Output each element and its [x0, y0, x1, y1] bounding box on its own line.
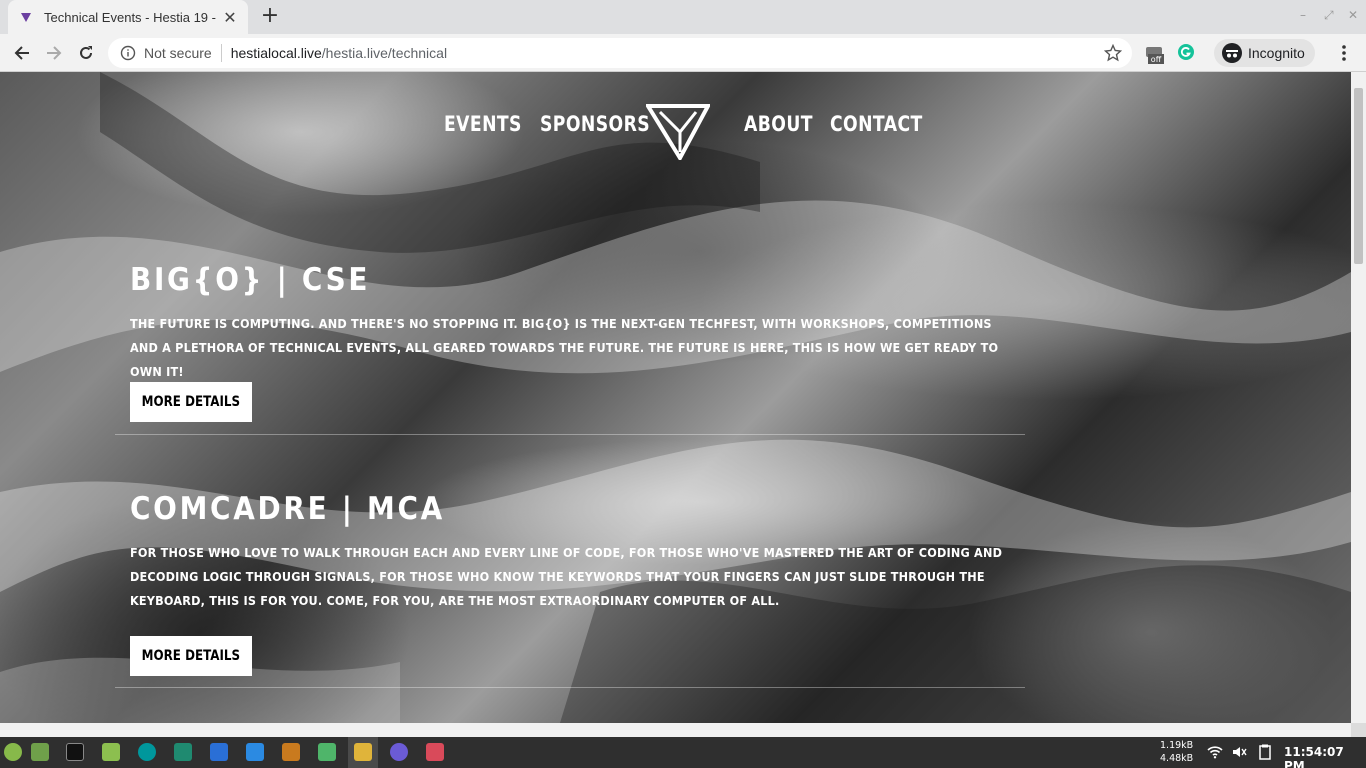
- event-divider: [115, 434, 1025, 435]
- system-clock[interactable]: 11:54:07 PM: [1284, 745, 1366, 768]
- event-description: For those who love to walk through each …: [130, 545, 1003, 608]
- new-tab-button[interactable]: +: [258, 5, 282, 29]
- scrollbar-thumb[interactable]: [1354, 88, 1363, 264]
- scrollbar-corner: [1351, 723, 1366, 737]
- event-divider: [115, 687, 1025, 688]
- reload-button[interactable]: [74, 41, 98, 65]
- bookmark-star-icon[interactable]: [1104, 44, 1122, 62]
- incognito-icon: [1222, 43, 1242, 63]
- svg-text:off: off: [1151, 55, 1162, 64]
- reload-icon: [80, 46, 92, 59]
- nav-contact-link[interactable]: CONTACT: [830, 112, 923, 136]
- hestia-logo[interactable]: [646, 102, 710, 160]
- files-icon[interactable]: [102, 743, 120, 761]
- info-icon[interactable]: [120, 45, 136, 61]
- vscode-icon[interactable]: [246, 743, 264, 761]
- app-icon[interactable]: [426, 743, 444, 761]
- nav-sponsors-link[interactable]: SPONSORS: [540, 112, 650, 136]
- horizontal-scrollbar[interactable]: [0, 723, 1351, 737]
- tab-title: Technical Events - Hestia 19 - N: [44, 9, 216, 25]
- event-description: The future is computing. And there's no …: [130, 316, 999, 379]
- clipboard-icon[interactable]: [1258, 744, 1272, 760]
- event-title: BIG{O} | CSE: [130, 262, 371, 298]
- url-host: hestialocal.live: [230, 45, 322, 61]
- incognito-badge[interactable]: Incognito: [1214, 39, 1315, 67]
- back-button[interactable]: [10, 41, 34, 65]
- sublime-icon[interactable]: [282, 743, 300, 761]
- terminal-icon[interactable]: [66, 743, 84, 761]
- chrome-window-icon[interactable]: [354, 743, 372, 761]
- forward-button[interactable]: [42, 41, 66, 65]
- event-card-bigo: BIG{O} | CSE The future is computing. An…: [130, 262, 1015, 422]
- extension-off-icon[interactable]: off: [1144, 43, 1164, 64]
- forward-arrow-icon: [47, 46, 62, 60]
- url-path: /hestia.live/technical: [321, 45, 448, 61]
- nav-events-link[interactable]: EVENTS: [444, 112, 522, 136]
- browser-tabstrip: Technical Events - Hestia 19 - N ✕ + – ⤢…: [0, 0, 1366, 34]
- wifi-icon[interactable]: [1207, 745, 1223, 759]
- address-bar[interactable]: Not secure hestialocal.live /hestia.live…: [108, 38, 1132, 68]
- volume-icon[interactable]: [1232, 745, 1248, 759]
- net-download: 4.48kB: [1160, 753, 1194, 764]
- vertical-scrollbar[interactable]: [1351, 72, 1366, 723]
- minimize-icon[interactable]: –: [1300, 8, 1306, 22]
- grammarly-icon[interactable]: [1177, 43, 1197, 63]
- window-close-icon[interactable]: ✕: [1348, 8, 1358, 22]
- net-upload: 1.19kB: [1160, 740, 1194, 751]
- show-desktop-icon[interactable]: [31, 743, 49, 761]
- more-details-button[interactable]: MORE DETAILS: [130, 636, 252, 676]
- back-arrow-icon: [14, 46, 29, 60]
- network-speed: 1.19kB 4.48kB: [1150, 739, 1193, 765]
- clion-icon[interactable]: [174, 743, 192, 761]
- more-details-button[interactable]: MORE DETAILS: [130, 382, 252, 422]
- browser-tab[interactable]: Technical Events - Hestia 19 - N ✕: [8, 0, 248, 34]
- address-separator: [220, 44, 222, 62]
- tab-close-icon[interactable]: ✕: [222, 8, 238, 27]
- event-title: COMCADRE | MCA: [130, 491, 445, 527]
- incognito-label: Incognito: [1248, 45, 1305, 61]
- browser-menu-icon[interactable]: [1336, 43, 1352, 63]
- site-favicon-icon: [18, 9, 34, 25]
- nav-about-link[interactable]: ABOUT: [744, 112, 813, 136]
- os-taskbar: 1.19kB 4.48kB 11:54:07 PM: [0, 737, 1366, 768]
- calculator-icon[interactable]: [318, 743, 336, 761]
- security-label: Not secure: [144, 45, 212, 61]
- mint-menu-icon[interactable]: [4, 743, 22, 761]
- page-viewport: EVENTS SPONSORS ABOUT CONTACT BIG{O} | C…: [0, 72, 1351, 723]
- maximize-icon[interactable]: ⤢: [1324, 8, 1334, 23]
- browser-toolbar: Not secure hestialocal.live /hestia.live…: [0, 34, 1366, 72]
- arduino-icon[interactable]: [138, 743, 156, 761]
- event-card-comcadre: COMCADRE | MCA For those who love to wal…: [130, 491, 1015, 676]
- webstorm-icon[interactable]: [210, 743, 228, 761]
- teams-icon[interactable]: [390, 743, 408, 761]
- site-navigation: EVENTS SPONSORS ABOUT CONTACT: [0, 102, 1351, 162]
